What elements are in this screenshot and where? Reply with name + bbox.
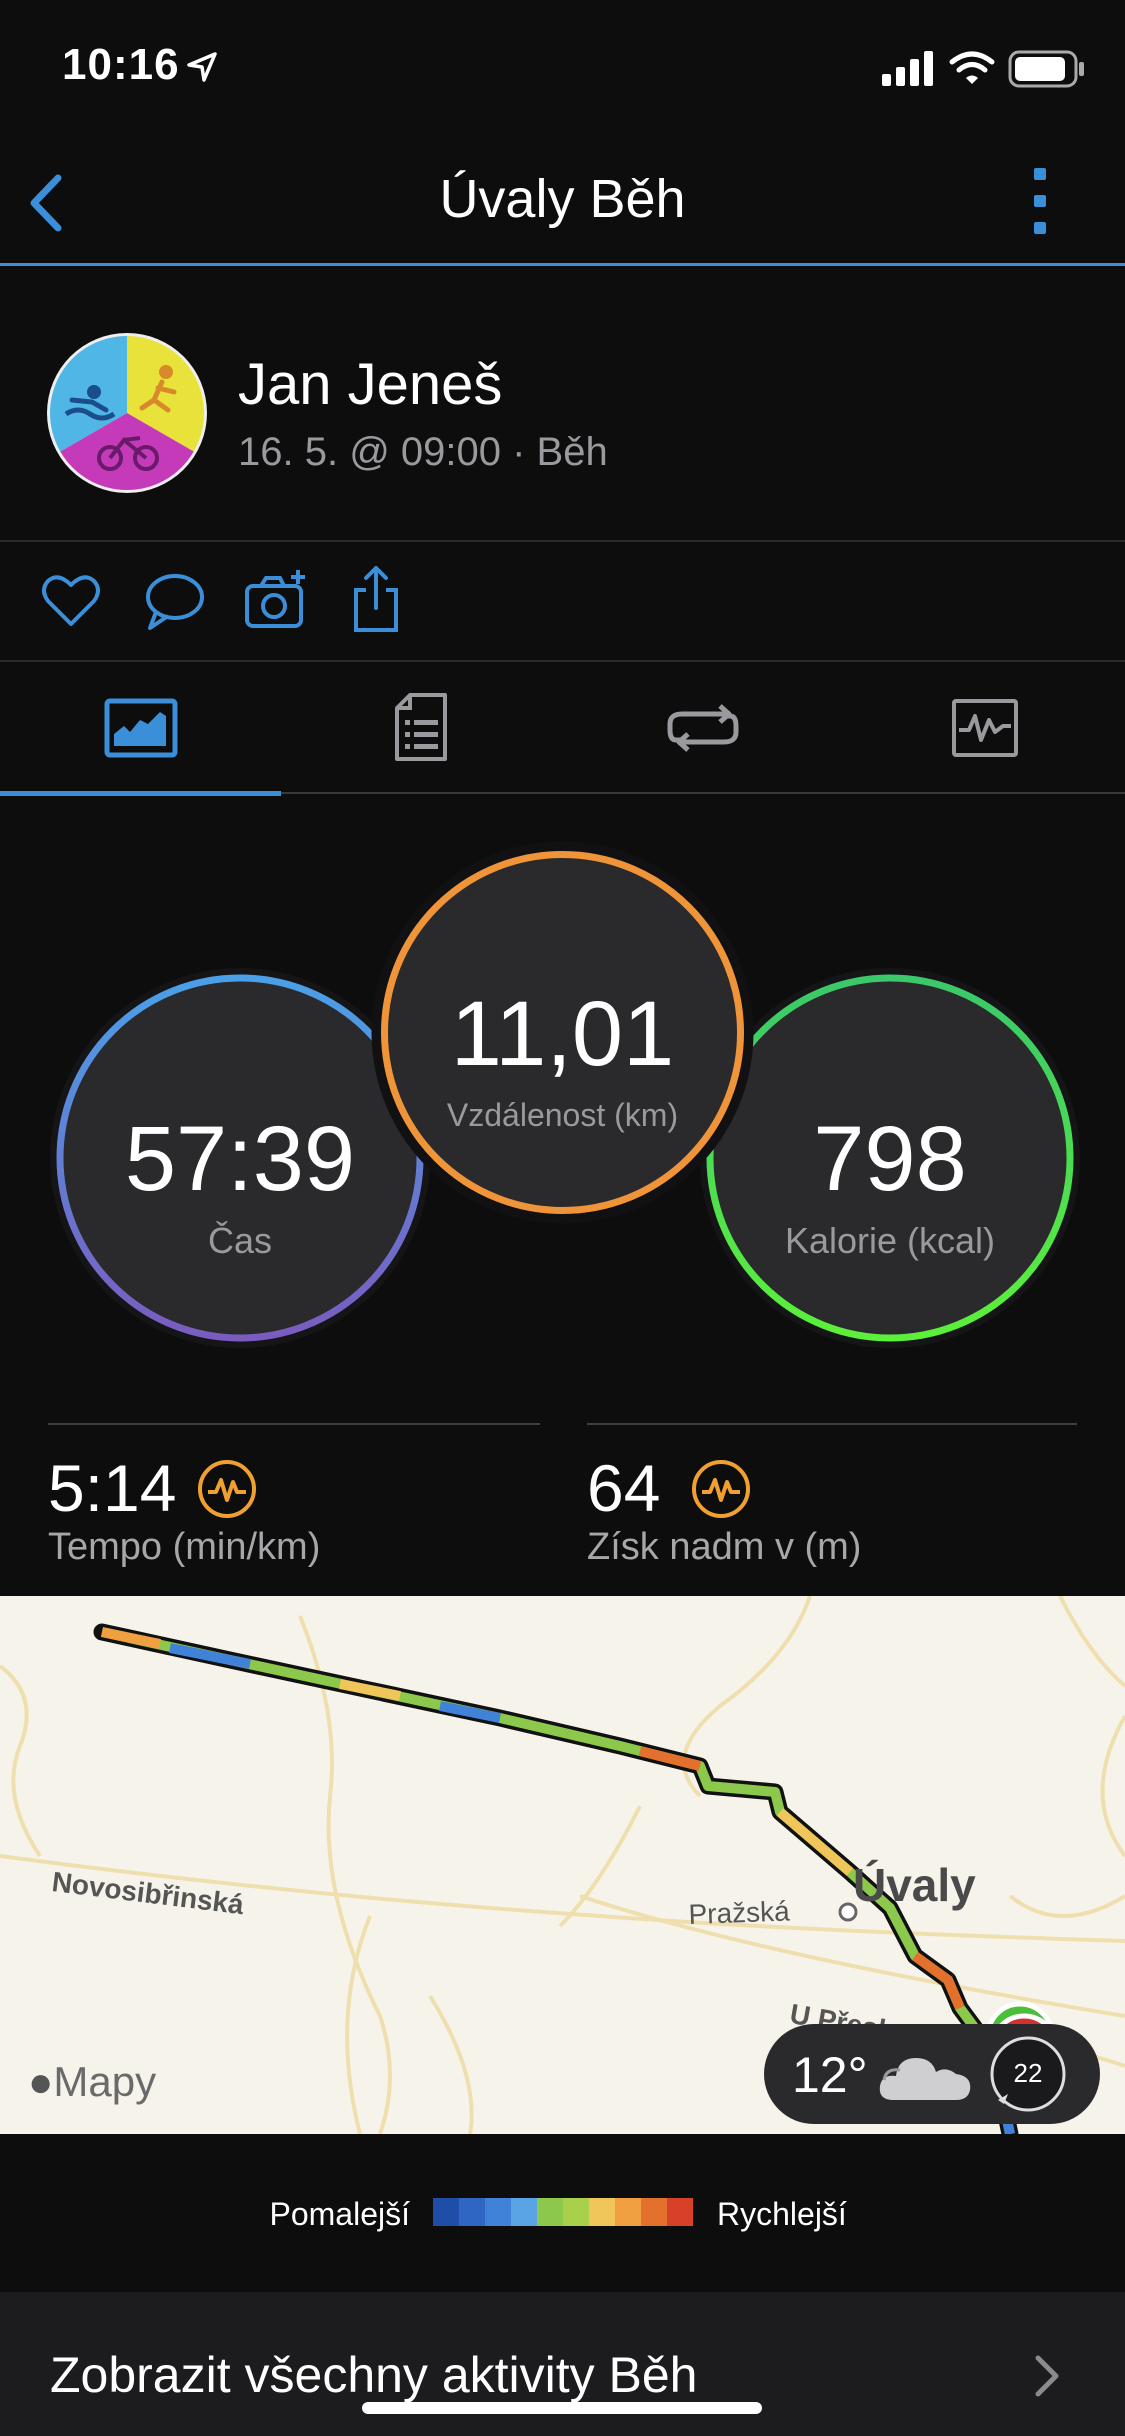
action-bar [0, 542, 1125, 662]
divider [48, 1423, 540, 1425]
more-options-icon[interactable] [1028, 166, 1052, 236]
laps-loop-icon [667, 704, 739, 752]
status-bar: 10:16 [0, 0, 1125, 140]
legend-swatch [615, 2198, 641, 2226]
map-town-label: Úvaly [853, 1859, 976, 1911]
legend-swatch [537, 2198, 563, 2226]
comment-icon[interactable] [142, 570, 206, 632]
pace-label: Tempo (min/km) [48, 1526, 321, 1568]
legend-swatch [459, 2198, 485, 2226]
signal-icon [882, 51, 933, 86]
charts-graph-icon [952, 699, 1018, 757]
chevron-right-icon [1035, 2355, 1059, 2397]
weather-widget[interactable]: 12° 22 [764, 2024, 1100, 2124]
overview-stats-icon [104, 698, 178, 758]
distance-circle: 11,01 Vzdálenost (km) [370, 840, 755, 1225]
legend-swatch [433, 2198, 459, 2226]
legend-slower-label: Pomalejší [269, 2196, 411, 2232]
share-icon[interactable] [352, 564, 400, 634]
map-provider-label: Mapy [53, 2058, 157, 2105]
details-document-icon [395, 693, 447, 761]
elevation-label: Získ nadm v (m) [587, 1526, 862, 1568]
route-map[interactable]: Úvaly Novosibřinská Pražská U Přeslo… ●M… [0, 1596, 1125, 2134]
legend-color-scale [433, 2198, 693, 2226]
legend-swatch [667, 2198, 693, 2226]
wind-speed: 22 [1013, 2058, 1043, 2088]
avatar[interactable] [44, 330, 210, 496]
athlete-name: Jan Jeneš [238, 352, 503, 417]
pace-value: 5:14 [48, 1451, 177, 1525]
tab-laps[interactable] [562, 662, 843, 794]
legend-swatch [485, 2198, 511, 2226]
legend-swatch [641, 2198, 667, 2226]
legend-faster-label: Rychlejší [717, 2196, 847, 2232]
pace-chart-icon[interactable] [196, 1458, 258, 1520]
calories-label: Kalorie (kcal) [784, 1220, 996, 1261]
tab-overview[interactable] [0, 662, 281, 796]
distance-value: 11,01 [450, 983, 675, 1085]
profile-header: Jan Jeneš 16. 5. @ 09:00 · Běh [0, 266, 1125, 542]
activity-tabs [0, 662, 1125, 796]
status-time: 10:16 [62, 40, 180, 89]
activity-date-type: 16. 5. @ 09:00 · Běh [238, 430, 608, 474]
elevation-chart-icon[interactable] [690, 1458, 752, 1520]
distance-label: Vzdálenost (km) [446, 1097, 679, 1133]
map-street-label: Pražská [688, 1895, 791, 1930]
add-photo-icon[interactable] [244, 568, 310, 632]
map-provider-logo: ●Mapy [28, 2058, 156, 2106]
divider [587, 1423, 1077, 1425]
nav-bar: Úvaly Běh [0, 140, 1125, 266]
time-label: Čas [207, 1220, 273, 1261]
tab-charts[interactable] [843, 662, 1124, 794]
apple-logo-icon: ● [28, 2058, 54, 2105]
page-title: Úvaly Běh [439, 169, 686, 229]
location-arrow-icon [187, 52, 217, 82]
legend-swatch [563, 2198, 589, 2226]
legend-swatch [511, 2198, 537, 2226]
tab-details[interactable] [281, 662, 562, 794]
wifi-icon [949, 51, 995, 84]
legend-swatch [589, 2198, 615, 2226]
all-activities-label: Zobrazit všechny aktivity Běh [50, 2347, 698, 2403]
weather-temperature: 12° [792, 2047, 868, 2103]
elevation-value: 64 [587, 1451, 661, 1525]
all-activities-row[interactable]: Zobrazit všechny aktivity Běh [0, 2292, 1125, 2436]
home-indicator [362, 2402, 762, 2414]
like-heart-icon[interactable] [40, 570, 102, 632]
battery-icon [1008, 50, 1084, 88]
cloud-icon [879, 2058, 971, 2100]
speed-legend: Pomalejší Rychlejší [0, 2134, 1125, 2290]
